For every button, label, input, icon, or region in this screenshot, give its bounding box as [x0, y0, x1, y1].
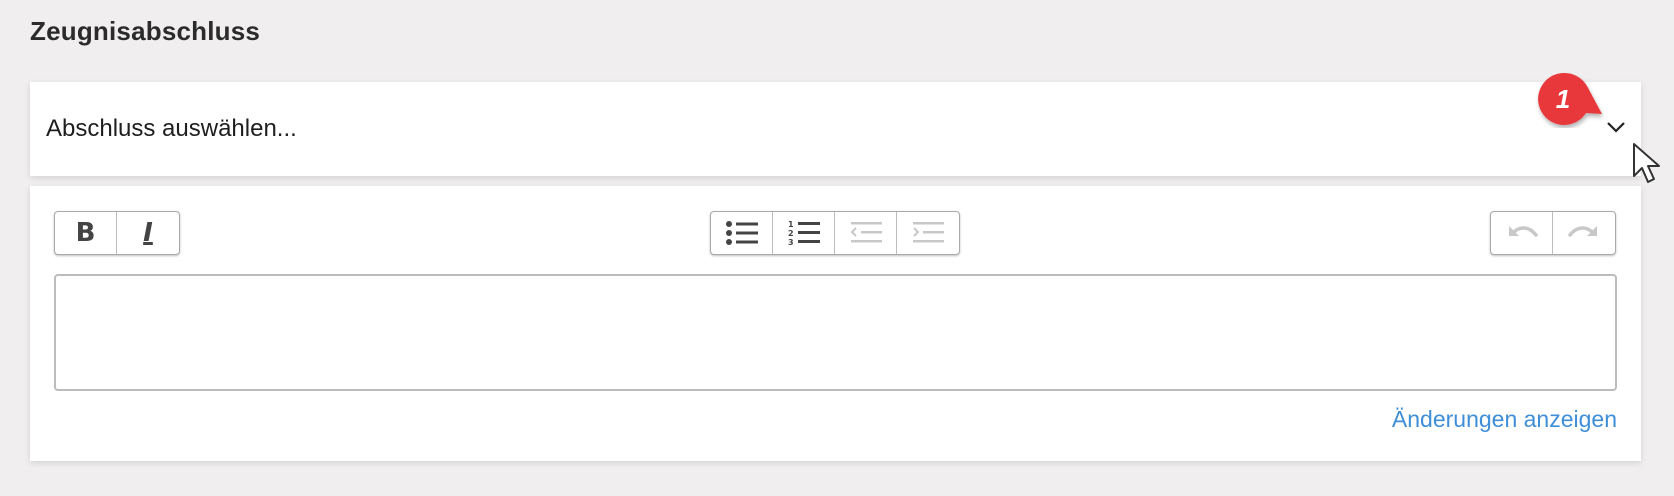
bullet-list-button[interactable] [711, 212, 773, 254]
outdent-button[interactable] [835, 212, 897, 254]
svg-text:1: 1 [788, 220, 794, 229]
outdent-icon [850, 222, 882, 243]
indent-button[interactable] [897, 212, 959, 254]
annotation-badge: 1 [1534, 70, 1604, 128]
section-title: Zeugnisabschluss [30, 16, 261, 46]
svg-text:2: 2 [788, 229, 794, 238]
numbered-list-button[interactable]: 1 2 3 [773, 212, 835, 254]
bold-button[interactable]: B [55, 212, 117, 254]
badge-number: 1 [1555, 84, 1571, 114]
editor-textarea[interactable] [54, 274, 1617, 391]
show-changes-link[interactable]: Änderungen anzeigen [1392, 406, 1617, 433]
degree-select[interactable]: Abschluss auswählen... [30, 82, 1641, 176]
list-button-group: 1 2 3 [710, 211, 960, 255]
undo-icon [1508, 226, 1538, 237]
numbered-list-icon: 1 2 3 [788, 220, 820, 247]
svg-text:3: 3 [788, 238, 794, 247]
rich-text-editor: B I 1 2 3 Änderungen anzeigen [30, 186, 1641, 461]
history-button-group [1490, 211, 1616, 255]
italic-button[interactable]: I [117, 212, 179, 254]
redo-icon [1568, 226, 1597, 237]
italic-icon: I [143, 218, 153, 248]
select-placeholder: Abschluss auswählen... [46, 115, 297, 142]
format-button-group: B I [54, 211, 180, 255]
redo-button[interactable] [1553, 212, 1615, 254]
chevron-down-icon[interactable] [1605, 119, 1627, 135]
undo-button[interactable] [1491, 212, 1553, 254]
bullet-list-icon [725, 221, 758, 245]
mouse-cursor-icon [1633, 143, 1660, 183]
indent-icon [913, 222, 944, 243]
bold-icon: B [75, 218, 96, 248]
